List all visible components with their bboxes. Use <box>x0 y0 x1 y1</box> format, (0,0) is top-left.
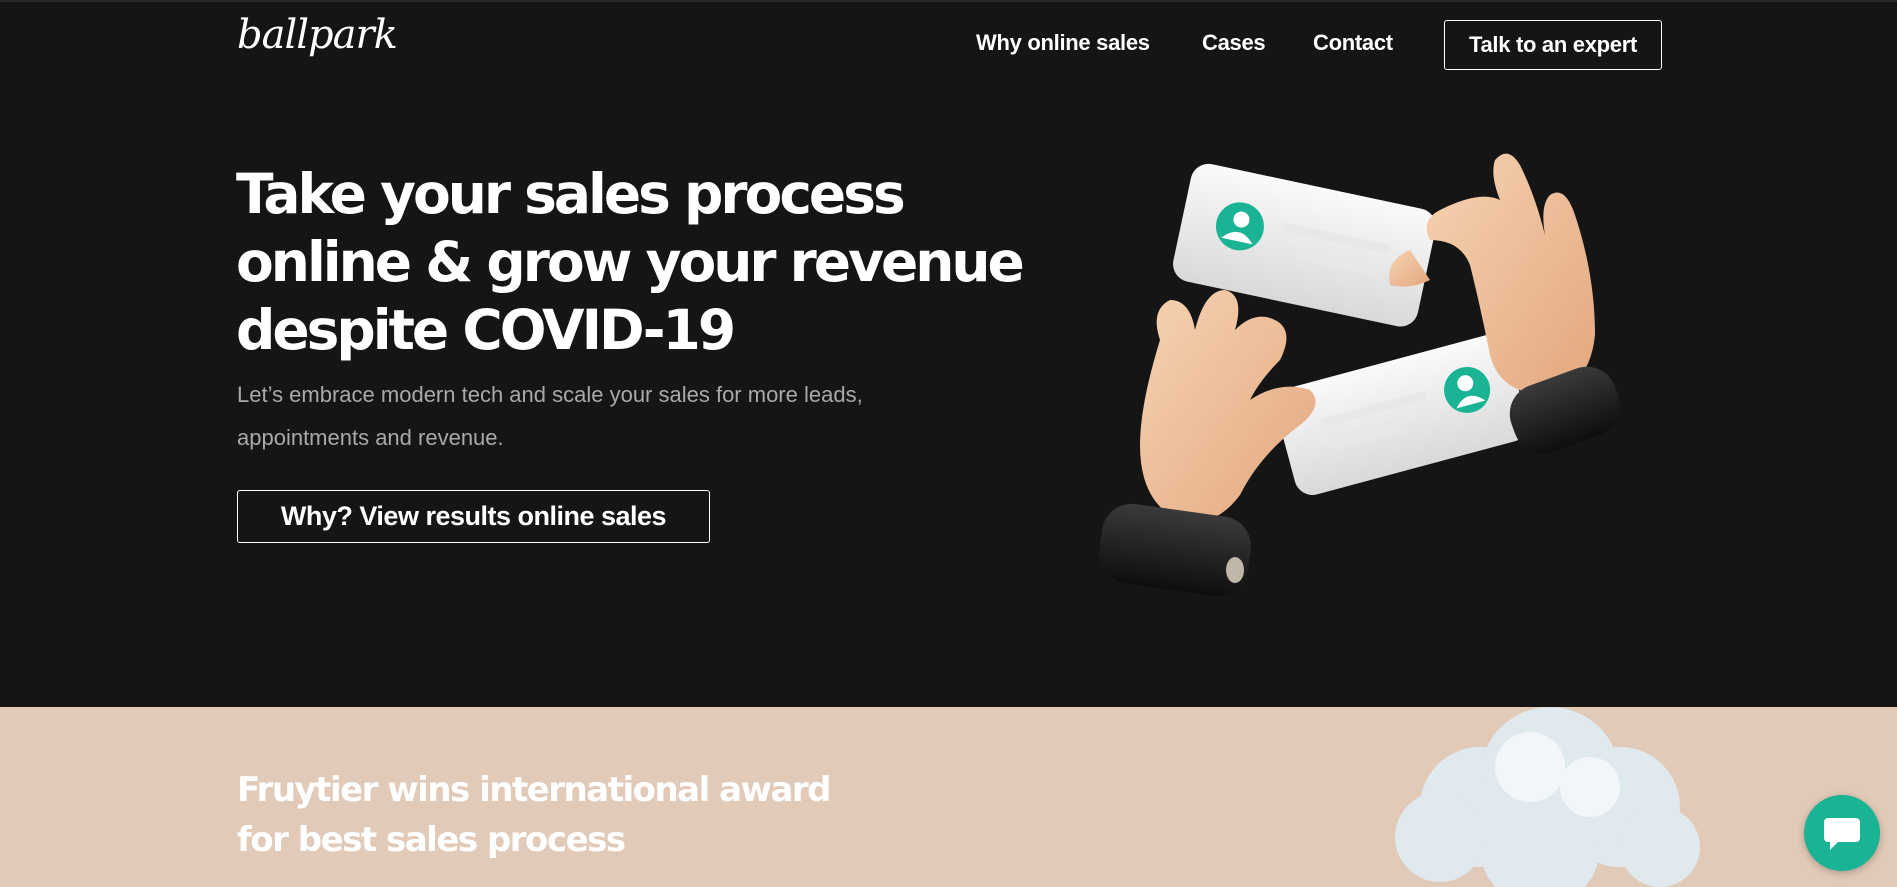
ballpark-logo[interactable]: ballpark <box>237 12 398 58</box>
view-results-button[interactable]: Why? View results online sales <box>237 490 710 543</box>
hero-title-line-3: despite COVID-19 <box>236 298 736 362</box>
hands-exchanging-cards-illustration <box>1099 153 1621 597</box>
talk-to-expert-button[interactable]: Talk to an expert <box>1444 20 1662 70</box>
chat-bubble-icon <box>1824 818 1860 850</box>
award-title-line-1: Fruytier wins international award <box>237 770 832 810</box>
hero-title-line-2: online & grow your revenue <box>236 230 1025 294</box>
award-title: Fruytier wins international award for be… <box>237 765 857 865</box>
nav-contact[interactable]: Contact <box>1313 30 1393 56</box>
cloud-icon <box>1395 707 1700 887</box>
chat-button[interactable] <box>1804 795 1880 871</box>
hero-title-line-1: Take your sales process <box>236 162 906 226</box>
hero-subtitle-line-2: appointments and revenue. <box>237 425 504 450</box>
award-title-line-2: for best sales process <box>237 820 626 860</box>
hero-subtitle-line-1: Let’s embrace modern tech and scale your… <box>237 382 863 407</box>
hero-subtitle: Let’s embrace modern tech and scale your… <box>237 373 977 459</box>
site-header: ballpark Why online sales Cases Contact … <box>0 0 1897 90</box>
hero-title: Take your sales process online & grow yo… <box>236 160 1056 364</box>
nav-why-online-sales[interactable]: Why online sales <box>976 30 1150 56</box>
award-section: Fruytier wins international award for be… <box>0 707 1897 887</box>
nav-cases[interactable]: Cases <box>1202 30 1266 56</box>
